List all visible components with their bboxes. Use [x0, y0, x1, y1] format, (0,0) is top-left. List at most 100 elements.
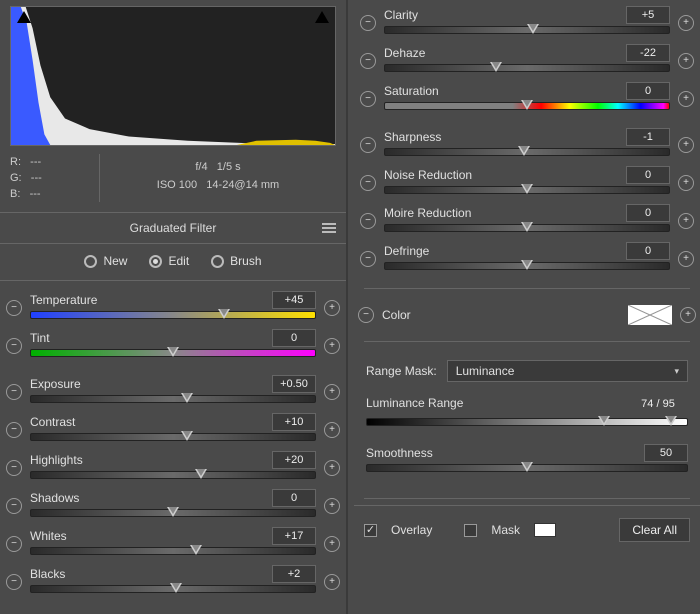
exif-readout: f/4 1/5 s ISO 100 14-24@14 mm: [100, 154, 336, 202]
luminance-range-slider[interactable]: [366, 418, 688, 426]
slider-track[interactable]: [30, 547, 316, 555]
collapse-button[interactable]: −: [6, 384, 22, 400]
slider-track[interactable]: [30, 311, 316, 319]
slider-value[interactable]: +10: [272, 413, 316, 431]
slider-track[interactable]: [384, 224, 670, 232]
collapse-button[interactable]: −: [360, 175, 376, 191]
slider-label: Clarity: [384, 8, 418, 22]
slider-value[interactable]: +2: [272, 565, 316, 583]
panel-menu-icon[interactable]: [322, 221, 336, 233]
expand-button[interactable]: +: [324, 536, 340, 552]
mask-color-chip[interactable]: [534, 523, 556, 537]
highlight-clip-icon[interactable]: [315, 11, 329, 23]
mask-label: Mask: [491, 523, 520, 537]
collapse-button[interactable]: −: [360, 251, 376, 267]
slider-track[interactable]: [30, 509, 316, 517]
slider-value[interactable]: +17: [272, 527, 316, 545]
radio-icon: [149, 255, 162, 268]
expand-button[interactable]: +: [678, 213, 694, 229]
shadow-clip-icon[interactable]: [17, 11, 31, 23]
slider-label: Shadows: [30, 491, 79, 505]
collapse-button[interactable]: −: [358, 307, 374, 323]
expand-button[interactable]: +: [324, 384, 340, 400]
smoothness-slider[interactable]: [366, 464, 688, 472]
collapse-button[interactable]: −: [6, 536, 22, 552]
slider-track[interactable]: [30, 395, 316, 403]
slider-value[interactable]: +45: [272, 291, 316, 309]
slider-track[interactable]: [30, 349, 316, 357]
slider-value[interactable]: -22: [626, 44, 670, 62]
collapse-button[interactable]: −: [360, 53, 376, 69]
collapse-button[interactable]: −: [6, 300, 22, 316]
slider-track[interactable]: [384, 262, 670, 270]
expand-button[interactable]: +: [678, 251, 694, 267]
expand-button[interactable]: +: [324, 300, 340, 316]
slider-track[interactable]: [30, 585, 316, 593]
slider-value[interactable]: +5: [626, 6, 670, 24]
slider-label: Blacks: [30, 567, 65, 581]
collapse-button[interactable]: −: [6, 338, 22, 354]
slider-track[interactable]: [384, 102, 670, 110]
slider-label: Temperature: [30, 293, 97, 307]
expand-button[interactable]: +: [678, 91, 694, 107]
slider-value[interactable]: 0: [272, 489, 316, 507]
slider-label: Whites: [30, 529, 67, 543]
mode-brush[interactable]: Brush: [211, 254, 261, 268]
collapse-button[interactable]: −: [360, 91, 376, 107]
expand-button[interactable]: +: [678, 175, 694, 191]
slider-label: Contrast: [30, 415, 75, 429]
radio-icon: [84, 255, 97, 268]
slider-value[interactable]: 0: [272, 329, 316, 347]
smoothness-value[interactable]: 50: [644, 444, 688, 462]
collapse-button[interactable]: −: [360, 213, 376, 229]
histogram[interactable]: [10, 6, 336, 146]
slider-value[interactable]: 0: [626, 204, 670, 222]
slider-value[interactable]: 0: [626, 242, 670, 260]
expand-button[interactable]: +: [678, 53, 694, 69]
mode-selector: New Edit Brush: [0, 244, 346, 281]
slider-label: Defringe: [384, 244, 429, 258]
slider-value[interactable]: 0: [626, 166, 670, 184]
slider-value[interactable]: 0: [626, 82, 670, 100]
slider-label: Highlights: [30, 453, 83, 467]
luminance-range-label: Luminance Range: [366, 396, 463, 414]
slider-value[interactable]: -1: [626, 128, 670, 146]
mode-new[interactable]: New: [84, 254, 127, 268]
expand-button[interactable]: +: [324, 498, 340, 514]
collapse-button[interactable]: −: [6, 422, 22, 438]
collapse-button[interactable]: −: [6, 460, 22, 476]
slider-track[interactable]: [384, 26, 670, 34]
radio-icon: [211, 255, 224, 268]
collapse-button[interactable]: −: [360, 137, 376, 153]
mask-checkbox[interactable]: [464, 524, 477, 537]
slider-track[interactable]: [384, 64, 670, 72]
color-swatch[interactable]: [628, 305, 672, 325]
slider-value[interactable]: +20: [272, 451, 316, 469]
slider-track[interactable]: [384, 148, 670, 156]
collapse-button[interactable]: −: [6, 574, 22, 590]
collapse-button[interactable]: −: [360, 15, 376, 31]
mode-edit[interactable]: Edit: [149, 254, 189, 268]
expand-button[interactable]: +: [678, 137, 694, 153]
collapse-button[interactable]: −: [6, 498, 22, 514]
overlay-checkbox[interactable]: [364, 524, 377, 537]
slider-track[interactable]: [384, 186, 670, 194]
slider-track[interactable]: [30, 471, 316, 479]
slider-value[interactable]: +0.50: [272, 375, 316, 393]
expand-button[interactable]: +: [324, 574, 340, 590]
clear-all-button[interactable]: Clear All: [619, 518, 690, 542]
expand-button[interactable]: +: [680, 307, 696, 323]
overlay-label: Overlay: [391, 523, 432, 537]
slider-label: Saturation: [384, 84, 439, 98]
slider-track[interactable]: [30, 433, 316, 441]
panel-title: Graduated Filter: [0, 213, 346, 244]
info-bar: R: --- G: --- B: --- f/4 1/5 s ISO 100 1…: [0, 148, 346, 213]
expand-button[interactable]: +: [324, 460, 340, 476]
slider-label: Sharpness: [384, 130, 441, 144]
expand-button[interactable]: +: [324, 422, 340, 438]
expand-button[interactable]: +: [324, 338, 340, 354]
slider-label: Noise Reduction: [384, 168, 472, 182]
range-mask-dropdown[interactable]: Luminance ▾: [447, 360, 688, 382]
luminance-range-value[interactable]: 74 / 95: [628, 396, 688, 414]
expand-button[interactable]: +: [678, 15, 694, 31]
